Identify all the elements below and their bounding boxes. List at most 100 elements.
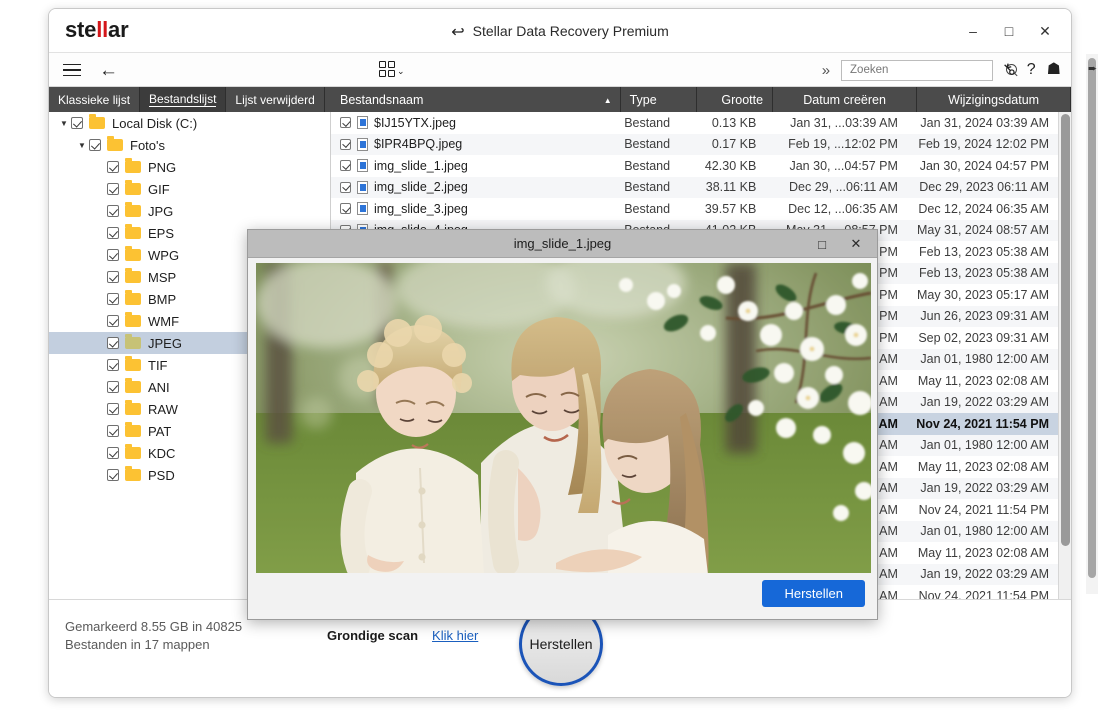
cell-size: 39.57 KB xyxy=(704,201,757,216)
tree-item-checkbox[interactable] xyxy=(107,271,119,283)
cell-name: img_slide_3.jpeg xyxy=(331,202,615,216)
minimize-button[interactable]: – xyxy=(955,17,991,45)
toolbar-right-group: » ⚷ ? ☗ xyxy=(822,53,1061,87)
column-header-modified[interactable]: Wijzigingsdatum xyxy=(917,87,1071,112)
cell-modified: Jan 31, 2024 03:39 AM xyxy=(920,115,1049,130)
tree-item-checkbox[interactable] xyxy=(107,425,119,437)
tree-item-gif[interactable]: GIF xyxy=(49,178,330,200)
cell-type: Bestand xyxy=(624,201,671,216)
tree-item-checkbox[interactable] xyxy=(107,227,119,239)
table-row[interactable]: img_slide_1.jpeg Bestand 42.30 KB Jan 30, .… xyxy=(331,155,1058,177)
tree-item-checkbox[interactable] xyxy=(107,337,119,349)
sort-ascending-icon: ▲ xyxy=(603,96,612,105)
cell-modified: May 30, 2023 05:17 AM xyxy=(916,287,1049,302)
dialog-restore-button[interactable]: Herstellen xyxy=(762,580,865,607)
dialog-close-button[interactable]: ✕ xyxy=(839,230,873,258)
cell-modified: Jan 19, 2022 03:29 AM xyxy=(920,481,1049,496)
cell-created: Dec 29, ...06:11 AM xyxy=(789,180,898,195)
folder-icon xyxy=(125,356,141,371)
grid-view-icon xyxy=(379,60,395,77)
tree-item-foto-s[interactable]: ▼ Foto's xyxy=(49,134,330,156)
hamburger-icon[interactable] xyxy=(63,63,81,77)
cell-type: Bestand xyxy=(624,180,671,195)
folder-icon xyxy=(89,114,105,129)
column-header-type[interactable]: Type xyxy=(621,87,697,112)
cart-icon[interactable]: ☗ xyxy=(1047,62,1061,78)
tree-item-label: PAT xyxy=(148,423,172,439)
tree-item-label: GIF xyxy=(148,181,170,197)
selection-summary-line2: Bestanden in 17 mappen xyxy=(65,637,210,652)
tree-item-checkbox[interactable] xyxy=(107,447,119,459)
search-input[interactable] xyxy=(848,63,1007,77)
folder-icon xyxy=(125,378,141,393)
tree-item-label: JPG xyxy=(148,203,174,219)
tab-label: Bestandslijst xyxy=(149,92,217,107)
row-checkbox[interactable] xyxy=(340,181,351,193)
row-checkbox[interactable] xyxy=(340,203,351,215)
close-button[interactable]: ✕ xyxy=(1027,17,1063,45)
tree-item-checkbox[interactable] xyxy=(107,381,119,393)
expand-twisty-icon[interactable]: ▼ xyxy=(57,119,71,128)
tree-item-label: Foto's xyxy=(130,137,165,153)
tree-item-local-disk-c-[interactable]: ▼ Local Disk (C:) xyxy=(49,112,330,134)
tree-item-label: KDC xyxy=(148,445,176,461)
tree-item-checkbox[interactable] xyxy=(107,315,119,327)
deep-scan-link[interactable]: Klik hier xyxy=(432,628,478,643)
toolbar-left-group: ← xyxy=(63,53,118,87)
tree-item-checkbox[interactable] xyxy=(107,469,119,481)
folder-icon xyxy=(125,268,141,283)
deep-scan-label: Grondige scan xyxy=(327,628,419,643)
file-list-scrollbar[interactable] xyxy=(1058,112,1071,599)
table-row[interactable]: img_slide_2.jpeg Bestand 38.11 KB Dec 29, .… xyxy=(331,176,1058,198)
expand-twisty-icon[interactable]: ▼ xyxy=(75,141,89,150)
page-scrollbar-thumb[interactable] xyxy=(1088,58,1096,578)
tab-1[interactable]: Bestandslijst xyxy=(140,87,227,112)
folder-icon xyxy=(125,466,141,481)
view-mode-button[interactable]: ⌄ xyxy=(379,60,405,77)
tree-item-label: BMP xyxy=(148,291,177,307)
expand-chevrons-icon[interactable]: » xyxy=(822,62,830,79)
cell-type: Bestand xyxy=(624,137,671,152)
cell-modified: May 11, 2023 02:08 AM xyxy=(917,545,1049,560)
tree-item-checkbox[interactable] xyxy=(107,161,119,173)
cell-modified: Feb 19, 2024 12:02 PM xyxy=(918,137,1049,152)
file-list-header: Bestandsnaam ▲ Type Grootte Datum creëre… xyxy=(331,87,1071,112)
tree-item-checkbox[interactable] xyxy=(107,359,119,371)
tree-item-checkbox[interactable] xyxy=(71,117,83,129)
table-row[interactable]: $IPR4BPQ.jpeg Bestand 0.17 KB Feb 19, ...12… xyxy=(331,133,1058,155)
page-scrollbar[interactable] xyxy=(1086,54,1098,594)
tree-item-checkbox[interactable] xyxy=(107,403,119,415)
dialog-title: img_slide_1.jpeg xyxy=(513,236,612,251)
dialog-maximize-button[interactable]: □ xyxy=(805,230,839,258)
undo-icon[interactable]: ↩ xyxy=(451,22,464,42)
row-checkbox[interactable] xyxy=(340,117,351,129)
column-header-created[interactable]: Datum creëren xyxy=(773,87,918,112)
image-file-icon xyxy=(357,159,368,173)
tree-item-checkbox[interactable] xyxy=(89,139,101,151)
tab-2[interactable]: Lijst verwijderd xyxy=(226,87,325,112)
cell-name: img_slide_1.jpeg xyxy=(331,159,615,173)
table-row[interactable]: img_slide_3.jpeg Bestand 39.57 KB Dec 12, .… xyxy=(331,198,1058,220)
column-header-name[interactable]: Bestandsnaam ▲ xyxy=(331,87,621,112)
table-row[interactable]: $IJ15YTX.jpeg Bestand 0.13 KB Jan 31, ...03… xyxy=(331,112,1058,134)
tree-item-jpg[interactable]: JPG xyxy=(49,200,330,222)
tree-item-label: RAW xyxy=(148,401,178,417)
maximize-button[interactable]: □ xyxy=(991,17,1027,45)
tab-0[interactable]: Klassieke lijst xyxy=(49,87,141,112)
tree-item-png[interactable]: PNG xyxy=(49,156,330,178)
search-box[interactable] xyxy=(841,59,1018,81)
selection-summary-line1: Gemarkeerd 8.55 GB in 40825 xyxy=(65,619,243,634)
tree-item-checkbox[interactable] xyxy=(107,293,119,305)
scrollbar-thumb[interactable] xyxy=(1061,114,1070,546)
column-header-size[interactable]: Grootte xyxy=(697,87,774,112)
tree-item-checkbox[interactable] xyxy=(107,205,119,217)
row-checkbox[interactable] xyxy=(340,138,351,150)
back-arrow-icon[interactable]: ← xyxy=(99,61,118,80)
cell-size: 42.30 KB xyxy=(704,158,757,173)
folder-icon xyxy=(125,158,141,173)
tree-item-checkbox[interactable] xyxy=(107,183,119,195)
row-checkbox[interactable] xyxy=(340,160,351,172)
help-icon[interactable]: ? xyxy=(1027,62,1036,78)
tree-item-checkbox[interactable] xyxy=(107,249,119,261)
dialog-title-bar: img_slide_1.jpeg □ ✕ xyxy=(248,230,877,258)
